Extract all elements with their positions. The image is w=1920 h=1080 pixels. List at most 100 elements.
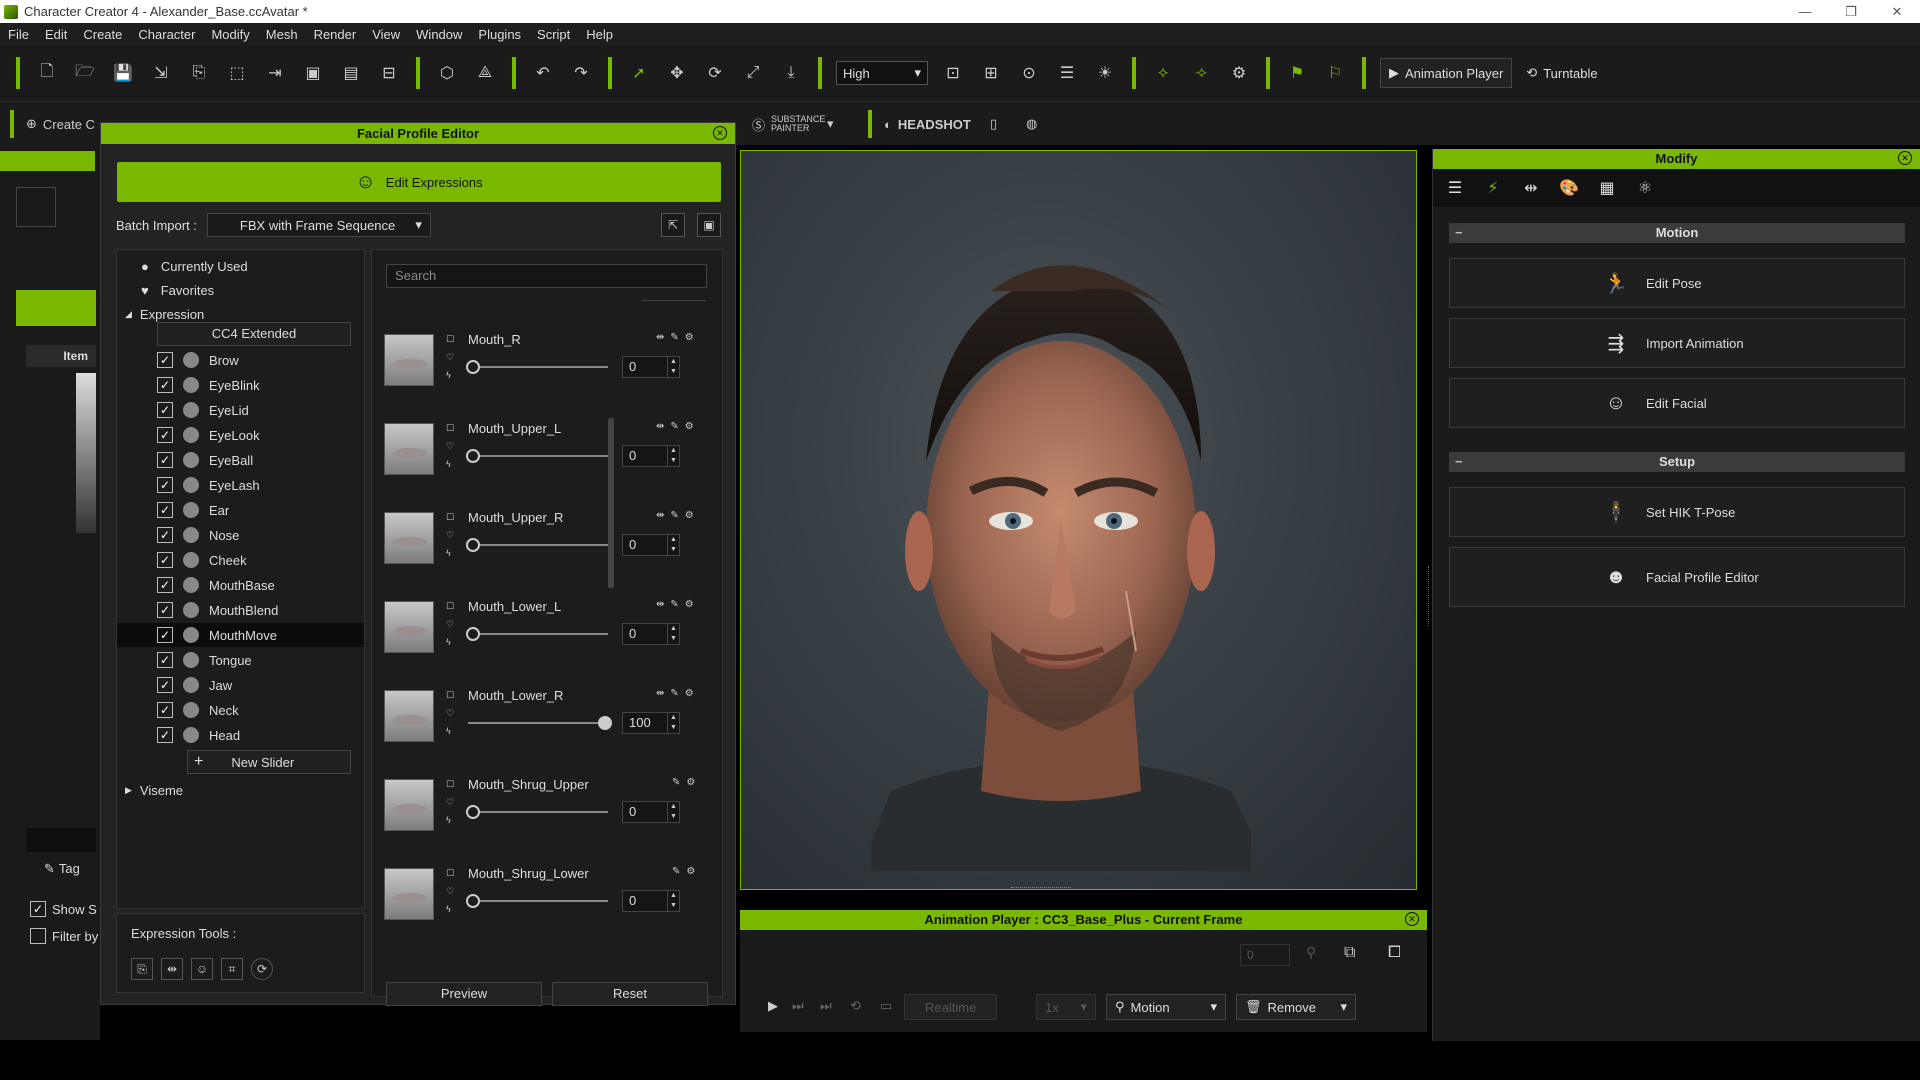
motion-section-header[interactable]: − Motion: [1449, 223, 1905, 243]
thumbnail[interactable]: [76, 373, 96, 533]
heart-icon[interactable]: ♡: [446, 437, 456, 455]
menu-plugins[interactable]: Plugins: [470, 27, 529, 42]
menu-help[interactable]: Help: [578, 27, 621, 42]
menu-file[interactable]: File: [0, 27, 37, 42]
bolt-icon[interactable]: ϟ: [446, 544, 456, 562]
remove-select[interactable]: 🗑 Remove ▾: [1236, 994, 1356, 1020]
heart-icon[interactable]: ♡: [446, 882, 456, 900]
checkbox-checked[interactable]: ✓: [157, 352, 173, 368]
preview-button[interactable]: Preview: [386, 982, 542, 1006]
bolt-icon[interactable]: ϟ: [446, 455, 456, 473]
bolt-icon[interactable]: ϟ: [446, 633, 456, 651]
checkbox-checked[interactable]: ✓: [157, 477, 173, 493]
checkbox-checked[interactable]: ✓: [157, 452, 173, 468]
import-icon[interactable]: ⇲: [147, 59, 175, 87]
morph-edit-icon[interactable]: ⟢: [1187, 59, 1215, 87]
texture-tab-icon[interactable]: ▦: [1593, 174, 1621, 202]
motion-tab-icon[interactable]: ⚡: [1479, 174, 1507, 202]
checkbox-icon[interactable]: ☐: [446, 775, 456, 793]
slider-knob[interactable]: [466, 538, 480, 552]
slider-knob[interactable]: [466, 627, 480, 641]
value-spinbox[interactable]: 0 ▲ ▼: [622, 356, 680, 378]
tree-item-tongue[interactable]: ✓ Tongue: [117, 648, 364, 672]
tree-item-mouthbase[interactable]: ✓ MouthBase: [117, 573, 364, 597]
light-icon[interactable]: ☀: [1091, 59, 1119, 87]
slider-knob[interactable]: [598, 716, 612, 730]
slider-actions[interactable]: ⇹✎⚙: [656, 688, 700, 699]
end-icon[interactable]: ⏭: [820, 994, 832, 1018]
headshot-button[interactable]: ◐ HEADSHOT: [884, 110, 971, 138]
checkbox-icon[interactable]: ☐: [446, 419, 456, 437]
cc4-extended-button[interactable]: CC4 Extended: [157, 322, 351, 346]
loop-icon[interactable]: ⟲: [850, 994, 861, 1018]
value-spinbox[interactable]: 0 ▲ ▼: [622, 623, 680, 645]
new-file-icon[interactable]: 🗋: [33, 59, 61, 87]
physics-icon[interactable]: ⚙: [1225, 59, 1253, 87]
slider-actions[interactable]: ⇹✎⚙: [656, 332, 700, 343]
turntable-button[interactable]: ⟲ Turntable: [1518, 58, 1605, 88]
heart-icon[interactable]: ♡: [446, 615, 456, 633]
slider-actions[interactable]: ⇹✎⚙: [656, 421, 700, 432]
menu-window[interactable]: Window: [408, 27, 470, 42]
motion-select[interactable]: ⚲ Motion ▾: [1106, 994, 1226, 1020]
folder-icon[interactable]: [16, 187, 56, 227]
tree-item-eyelook[interactable]: ✓ EyeLook: [117, 423, 364, 447]
tree-item-eyelash[interactable]: ✓ EyeLash: [117, 473, 364, 497]
slider-knob[interactable]: [466, 449, 480, 463]
sliders-tab-icon[interactable]: ☰: [1441, 174, 1469, 202]
panel-splitter[interactable]: [1428, 566, 1432, 626]
render-icon[interactable]: ⊟: [375, 59, 403, 87]
pose-icon[interactable]: ⚲: [1306, 944, 1316, 961]
tool-face-icon[interactable]: ☺: [191, 958, 213, 980]
tree-item-cheek[interactable]: ✓ Cheek: [117, 548, 364, 572]
value-spinbox[interactable]: 0 ▲ ▼: [622, 890, 680, 912]
checkbox-icon[interactable]: ☐: [446, 508, 456, 526]
checkbox-checked[interactable]: ✓: [157, 552, 173, 568]
window-icon[interactable]: ⧠: [1388, 944, 1401, 962]
value-spinbox[interactable]: 100 ▲ ▼: [622, 712, 680, 734]
checkbox-icon[interactable]: ☐: [446, 686, 456, 704]
import-profile-icon[interactable]: ⇱: [661, 213, 685, 237]
checkbox-checked[interactable]: ✓: [157, 727, 173, 743]
speed-select[interactable]: 1x ▾: [1036, 994, 1096, 1020]
menu-create[interactable]: Create: [75, 27, 130, 42]
heart-icon[interactable]: ♡: [446, 348, 456, 366]
close-icon[interactable]: ✕: [1405, 912, 1419, 926]
slider-actions[interactable]: ✎⚙: [672, 777, 701, 788]
edit-expressions-button[interactable]: ☺ Edit Expressions: [117, 162, 721, 202]
import-animation-button[interactable]: ⇶ Import Animation: [1449, 318, 1905, 368]
save-profile-icon[interactable]: ▣: [697, 213, 721, 237]
tree-item-head[interactable]: ✓ Head: [117, 723, 364, 747]
tree-item-mouthblend[interactable]: ✓ MouthBlend: [117, 598, 364, 622]
bolt-icon[interactable]: ϟ: [446, 900, 456, 918]
fbx-export-icon[interactable]: ▤: [337, 59, 365, 87]
scale-icon[interactable]: ⤢: [739, 59, 767, 87]
tool-refresh-icon[interactable]: ⟳: [251, 958, 273, 980]
menu-character[interactable]: Character: [130, 27, 203, 42]
slider-actions[interactable]: ⇹✎⚙: [656, 599, 700, 610]
set-hik-button[interactable]: 🕴 Set HIK T-Pose: [1449, 487, 1905, 537]
checkbox-checked[interactable]: ✓: [157, 377, 173, 393]
close-icon[interactable]: ✕: [1874, 4, 1920, 20]
facial-profile-editor-button[interactable]: ☻ Facial Profile Editor: [1449, 547, 1905, 607]
create-button[interactable]: ⊕ Create C: [26, 110, 95, 138]
slider-actions[interactable]: ⇹✎⚙: [656, 510, 700, 521]
slider-knob[interactable]: [466, 894, 480, 908]
3d-viewport[interactable]: [740, 150, 1417, 890]
morph-tab-icon[interactable]: ⇹: [1517, 174, 1545, 202]
heart-icon[interactable]: ♡: [446, 793, 456, 811]
checkbox-checked[interactable]: ✓: [157, 527, 173, 543]
tree-item-jaw[interactable]: ✓ Jaw: [117, 673, 364, 697]
frame-input[interactable]: 0: [1240, 944, 1290, 966]
undo-icon[interactable]: ↶: [529, 59, 557, 87]
checkbox-unchecked[interactable]: [30, 928, 46, 944]
tree-viseme[interactable]: ▶ Viseme: [117, 778, 364, 802]
slider-track[interactable]: [466, 627, 608, 641]
menu-edit[interactable]: Edit: [37, 27, 75, 42]
spinner-arrows-icon[interactable]: ▲ ▼: [667, 357, 679, 377]
headshot-tool-icon[interactable]: ▯: [990, 110, 997, 138]
slider-track[interactable]: [466, 894, 608, 908]
camera-icon[interactable]: ⊙: [1015, 59, 1043, 87]
slider-track[interactable]: [466, 449, 608, 463]
checkbox-checked[interactable]: ✓: [157, 677, 173, 693]
